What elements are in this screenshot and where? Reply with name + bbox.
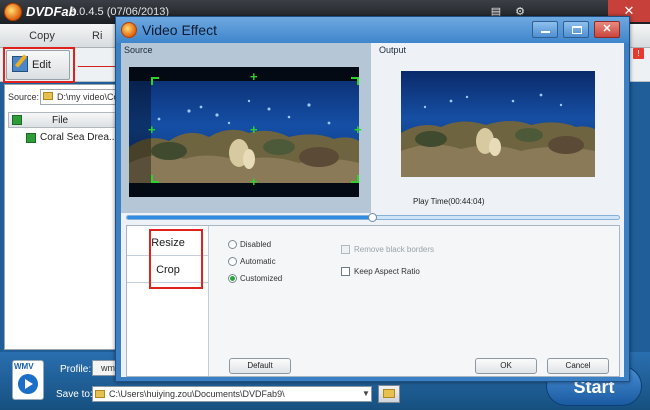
dialog-minimize-button[interactable] [532, 21, 558, 38]
crop-handle-top[interactable]: + [250, 70, 258, 83]
saveto-label: Save to: [56, 389, 93, 400]
cancel-button[interactable]: Cancel [547, 358, 609, 374]
crop-handle-bottom-left[interactable] [151, 175, 159, 183]
file-row-checkbox[interactable] [26, 133, 36, 143]
play-time-readout: Play Time(00:44:04) [413, 197, 485, 206]
folder-icon [43, 92, 53, 100]
remove-black-borders-label[interactable]: Remove black borders [354, 245, 434, 254]
crop-handle-bottom-right[interactable] [351, 175, 359, 183]
radio-automatic[interactable] [228, 257, 237, 266]
source-label: Source: [8, 92, 40, 102]
open-folder-icon [383, 389, 395, 398]
crop-center-marker[interactable]: + [250, 123, 258, 136]
crop-handle-top-right[interactable] [351, 77, 359, 85]
minimize-icon [541, 31, 550, 33]
option-automatic-label[interactable]: Automatic [240, 257, 276, 266]
radio-disabled[interactable] [228, 240, 237, 249]
ok-button[interactable]: OK [475, 358, 537, 374]
option-customized-label[interactable]: Customized [240, 274, 282, 283]
source-preview-label: Source [124, 45, 153, 55]
dvdfab-logo-icon [121, 22, 137, 38]
wmv-label: WMV [14, 362, 34, 371]
app-brand: DVDFab [26, 4, 77, 19]
dialog-close-button[interactable]: ✕ [594, 21, 620, 38]
crop-handle-left[interactable]: + [148, 123, 156, 136]
radio-customized[interactable] [228, 274, 237, 283]
select-all-checkbox[interactable] [12, 115, 22, 125]
remove-black-borders-checkbox[interactable] [341, 245, 350, 254]
tab-copy[interactable]: Copy [0, 24, 84, 48]
default-button[interactable]: Default [229, 358, 291, 374]
saveto-path-field[interactable]: C:\Users\huiying.zou\Documents\DVDFab9\ [92, 386, 372, 402]
file-row-title[interactable]: Coral Sea Drea... [40, 132, 117, 143]
profile-label: Profile: [60, 364, 92, 375]
seek-slider-fill [127, 216, 373, 219]
option-disabled-label[interactable]: Disabled [240, 240, 271, 249]
seek-slider-thumb[interactable] [368, 213, 377, 222]
close-icon: ✕ [602, 23, 612, 35]
crop-region[interactable]: + + + + + [148, 70, 362, 188]
dialog-body: Source + + + + + Output Play Time(00:44:… [121, 43, 624, 377]
file-column-header[interactable]: File [52, 115, 68, 126]
dialog-maximize-button[interactable] [563, 21, 589, 38]
chevron-down-icon[interactable]: ▼ [360, 387, 372, 401]
settings-area: Resize Crop Disabled Automatic Customize… [126, 225, 620, 377]
source-preview-panel: Source + + + + + [121, 43, 371, 213]
tabs-highlight-box [149, 229, 203, 289]
edit-highlight-box [3, 47, 75, 83]
crop-options-pane: Disabled Automatic Customized Remove bla… [209, 226, 619, 376]
output-preview-label: Output [379, 45, 407, 55]
crop-handle-right[interactable]: + [354, 123, 362, 136]
maximize-icon [572, 26, 582, 34]
dialog-titlebar[interactable]: Video Effect ✕ [116, 17, 629, 43]
crop-handle-bottom[interactable]: + [250, 175, 258, 188]
dialog-title: Video Effect [142, 22, 217, 38]
dvdfab-logo-icon [4, 3, 22, 21]
folder-icon [95, 390, 105, 398]
video-effect-dialog: Video Effect ✕ Source + + + + + Output P… [115, 16, 630, 382]
crop-handle-top-left[interactable] [151, 77, 159, 85]
output-video-frame [401, 71, 595, 177]
notification-badge: ! [633, 48, 644, 59]
keep-aspect-ratio-label[interactable]: Keep Aspect Ratio [354, 267, 420, 276]
keep-aspect-ratio-checkbox[interactable] [341, 267, 350, 276]
play-icon [18, 374, 38, 394]
